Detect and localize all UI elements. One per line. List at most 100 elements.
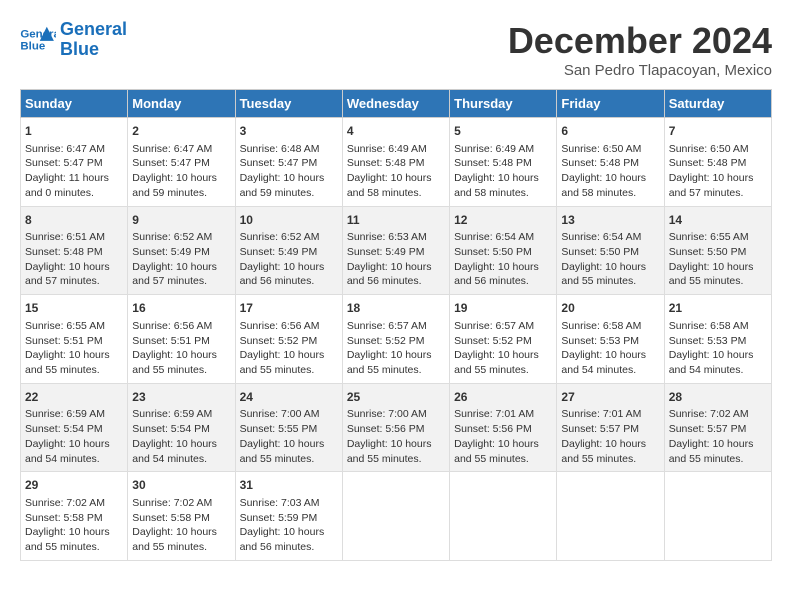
day-info-line: Sunrise: 6:54 AM — [561, 230, 659, 245]
day-info-line: Sunset: 5:52 PM — [454, 334, 552, 349]
day-number: 14 — [669, 212, 767, 229]
weekday-header-sunday: Sunday — [21, 90, 128, 118]
day-info-line: Daylight: 10 hours — [347, 171, 445, 186]
day-info-line: Sunset: 5:54 PM — [132, 422, 230, 437]
calendar-cell: 26Sunrise: 7:01 AMSunset: 5:56 PMDayligh… — [450, 383, 557, 472]
day-info-line: Sunset: 5:57 PM — [561, 422, 659, 437]
day-info-line: Daylight: 10 hours — [25, 437, 123, 452]
calendar-cell: 22Sunrise: 6:59 AMSunset: 5:54 PMDayligh… — [21, 383, 128, 472]
day-number: 22 — [25, 389, 123, 406]
day-info-line: Daylight: 10 hours — [240, 525, 338, 540]
day-info-line: and 55 minutes. — [454, 363, 552, 378]
calendar-cell: 30Sunrise: 7:02 AMSunset: 5:58 PMDayligh… — [128, 472, 235, 561]
calendar-cell: 31Sunrise: 7:03 AMSunset: 5:59 PMDayligh… — [235, 472, 342, 561]
day-number: 3 — [240, 123, 338, 140]
day-info-line: and 55 minutes. — [240, 452, 338, 467]
day-info-line: Sunrise: 6:52 AM — [240, 230, 338, 245]
day-info-line: Sunrise: 6:50 AM — [669, 142, 767, 157]
day-info-line: Daylight: 10 hours — [132, 171, 230, 186]
day-info-line: Daylight: 10 hours — [561, 437, 659, 452]
day-info-line: Sunset: 5:51 PM — [25, 334, 123, 349]
calendar-cell: 4Sunrise: 6:49 AMSunset: 5:48 PMDaylight… — [342, 118, 449, 207]
day-info-line: Sunset: 5:58 PM — [132, 511, 230, 526]
day-info-line: Sunrise: 6:56 AM — [132, 319, 230, 334]
calendar-cell: 27Sunrise: 7:01 AMSunset: 5:57 PMDayligh… — [557, 383, 664, 472]
main-title: December 2024 — [508, 20, 772, 62]
day-info-line: Sunrise: 6:49 AM — [347, 142, 445, 157]
day-number: 5 — [454, 123, 552, 140]
day-info-line: and 55 minutes. — [25, 540, 123, 555]
day-info-line: Sunset: 5:53 PM — [561, 334, 659, 349]
day-info-line: Sunrise: 7:02 AM — [669, 407, 767, 422]
calendar-cell: 10Sunrise: 6:52 AMSunset: 5:49 PMDayligh… — [235, 206, 342, 295]
day-info-line: Daylight: 10 hours — [347, 437, 445, 452]
day-info-line: Sunset: 5:57 PM — [669, 422, 767, 437]
day-number: 1 — [25, 123, 123, 140]
day-info-line: Sunset: 5:50 PM — [561, 245, 659, 260]
calendar-week-row: 15Sunrise: 6:55 AMSunset: 5:51 PMDayligh… — [21, 295, 772, 384]
day-info-line: Sunrise: 7:01 AM — [454, 407, 552, 422]
day-info-line: Sunrise: 6:58 AM — [669, 319, 767, 334]
day-info-line: Sunrise: 7:02 AM — [25, 496, 123, 511]
day-number: 4 — [347, 123, 445, 140]
calendar-table: SundayMondayTuesdayWednesdayThursdayFrid… — [20, 89, 772, 561]
day-info-line: Sunset: 5:50 PM — [454, 245, 552, 260]
day-info-line: Daylight: 10 hours — [347, 348, 445, 363]
day-info-line: Sunset: 5:49 PM — [132, 245, 230, 260]
logo-icon: General Blue — [20, 25, 56, 55]
day-info-line: Sunrise: 6:55 AM — [25, 319, 123, 334]
day-number: 18 — [347, 300, 445, 317]
day-info-line: Sunrise: 7:00 AM — [347, 407, 445, 422]
calendar-cell: 3Sunrise: 6:48 AMSunset: 5:47 PMDaylight… — [235, 118, 342, 207]
day-info-line: Daylight: 10 hours — [454, 348, 552, 363]
calendar-cell: 28Sunrise: 7:02 AMSunset: 5:57 PMDayligh… — [664, 383, 771, 472]
calendar-cell: 8Sunrise: 6:51 AMSunset: 5:48 PMDaylight… — [21, 206, 128, 295]
day-info-line: Sunrise: 6:56 AM — [240, 319, 338, 334]
day-info-line: Daylight: 10 hours — [454, 437, 552, 452]
calendar-week-row: 29Sunrise: 7:02 AMSunset: 5:58 PMDayligh… — [21, 472, 772, 561]
day-info-line: Daylight: 10 hours — [454, 260, 552, 275]
calendar-cell: 9Sunrise: 6:52 AMSunset: 5:49 PMDaylight… — [128, 206, 235, 295]
day-info-line: Daylight: 10 hours — [240, 260, 338, 275]
day-info-line: Sunrise: 6:47 AM — [132, 142, 230, 157]
day-info-line: Sunrise: 6:58 AM — [561, 319, 659, 334]
weekday-header-monday: Monday — [128, 90, 235, 118]
day-info-line: Daylight: 10 hours — [669, 260, 767, 275]
weekday-header-thursday: Thursday — [450, 90, 557, 118]
calendar-cell: 19Sunrise: 6:57 AMSunset: 5:52 PMDayligh… — [450, 295, 557, 384]
day-info-line: Daylight: 10 hours — [347, 260, 445, 275]
day-info-line: Sunset: 5:52 PM — [347, 334, 445, 349]
day-number: 6 — [561, 123, 659, 140]
day-info-line: Sunrise: 6:59 AM — [132, 407, 230, 422]
day-info-line: Daylight: 10 hours — [669, 171, 767, 186]
calendar-cell — [557, 472, 664, 561]
day-info-line: Daylight: 10 hours — [454, 171, 552, 186]
day-info-line: and 55 minutes. — [669, 452, 767, 467]
day-info-line: Sunrise: 6:54 AM — [454, 230, 552, 245]
day-number: 20 — [561, 300, 659, 317]
calendar-cell: 2 Sunrise: 6:47 AMSunset: 5:47 PMDaylight… — [128, 118, 235, 207]
day-number: 2 — [132, 123, 230, 140]
day-number: 12 — [454, 212, 552, 229]
day-info-line: Sunset: 5:47 PM — [132, 156, 230, 171]
weekday-header-wednesday: Wednesday — [342, 90, 449, 118]
day-info-line: and 56 minutes. — [240, 540, 338, 555]
calendar-cell: 20Sunrise: 6:58 AMSunset: 5:53 PMDayligh… — [557, 295, 664, 384]
day-info-line: Sunrise: 6:50 AM — [561, 142, 659, 157]
day-info-line: and 58 minutes. — [347, 186, 445, 201]
calendar-cell: 12Sunrise: 6:54 AMSunset: 5:50 PMDayligh… — [450, 206, 557, 295]
calendar-cell: 18Sunrise: 6:57 AMSunset: 5:52 PMDayligh… — [342, 295, 449, 384]
day-info-line: and 59 minutes. — [240, 186, 338, 201]
calendar-cell: 11Sunrise: 6:53 AMSunset: 5:49 PMDayligh… — [342, 206, 449, 295]
calendar-week-row: 1Sunrise: 6:47 AMSunset: 5:47 PMDaylight… — [21, 118, 772, 207]
day-info-line: Sunset: 5:48 PM — [561, 156, 659, 171]
day-info-line: Sunset: 5:49 PM — [240, 245, 338, 260]
day-info-line: Sunrise: 6:47 AM — [25, 142, 123, 157]
subtitle: San Pedro Tlapacoyan, Mexico — [508, 62, 772, 79]
calendar-cell: 5Sunrise: 6:49 AMSunset: 5:48 PMDaylight… — [450, 118, 557, 207]
calendar-cell: 1Sunrise: 6:47 AMSunset: 5:47 PMDaylight… — [21, 118, 128, 207]
day-info-line: Sunset: 5:47 PM — [240, 156, 338, 171]
day-info-line: Sunset: 5:55 PM — [240, 422, 338, 437]
calendar-cell — [664, 472, 771, 561]
day-info-line: Daylight: 11 hours — [25, 171, 123, 186]
